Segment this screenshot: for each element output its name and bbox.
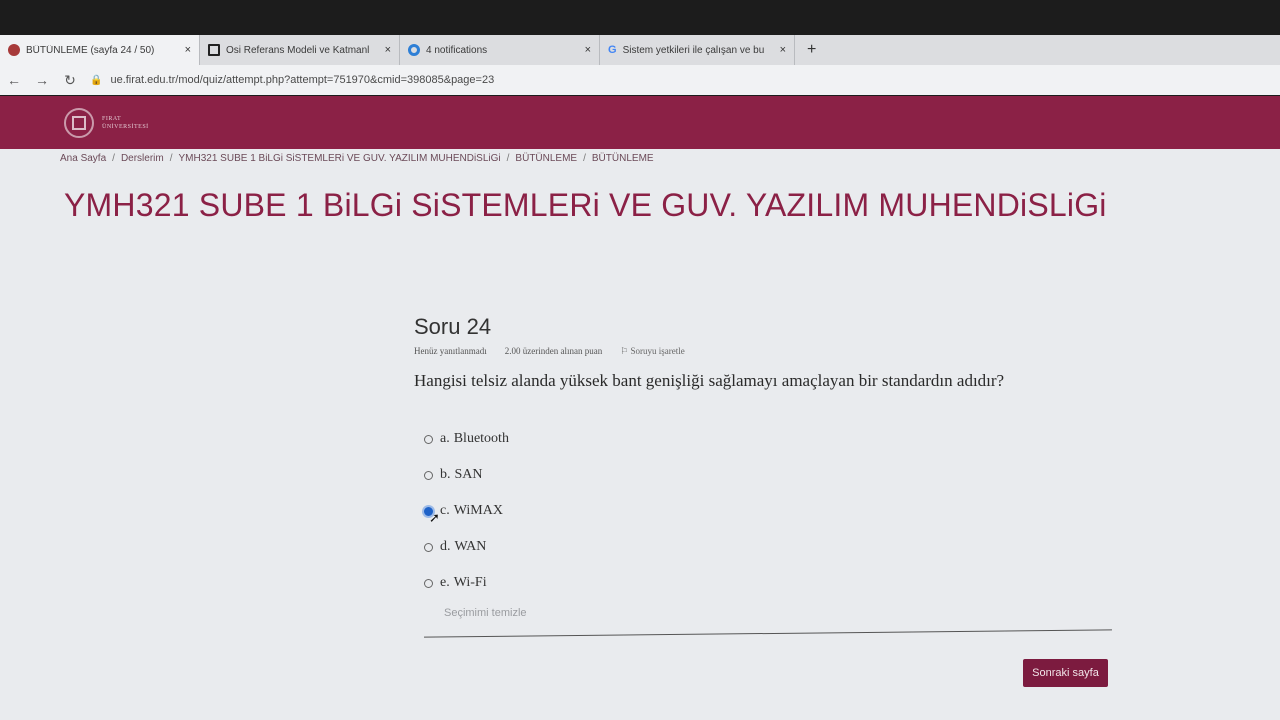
radio-button[interactable] xyxy=(424,434,433,444)
tab-title: 4 notifications xyxy=(426,44,488,56)
answer-option-c[interactable]: ➚ c. WiMAX xyxy=(424,493,1114,529)
divider xyxy=(424,629,1112,638)
square-favicon-icon xyxy=(208,44,220,56)
tab-title: BÜTÜNLEME (sayfa 24 / 50) xyxy=(26,44,155,56)
breadcrumb: Ana Sayfa / Derslerim / YMH321 SUBE 1 Bi… xyxy=(60,153,654,164)
logo-line1: FIRAT xyxy=(102,115,122,122)
answer-letter: b. xyxy=(440,467,451,482)
tab-title: Sistem yetkileri ile çalışan ve bu xyxy=(622,44,765,56)
breadcrumb-courses[interactable]: Derslerim xyxy=(121,153,164,164)
radio-button[interactable] xyxy=(424,578,433,588)
tab-google[interactable]: G Sistem yetkileri ile çalışan ve bu × xyxy=(600,35,795,65)
next-page-button[interactable]: Sonraki sayfa xyxy=(1023,659,1108,687)
new-tab-button[interactable]: + xyxy=(795,35,828,65)
breadcrumb-section[interactable]: BÜTÜNLEME xyxy=(515,153,577,164)
url-field[interactable]: ue.firat.edu.tr/mod/quiz/attempt.php?att… xyxy=(110,74,494,86)
answer-text: WAN xyxy=(454,539,487,554)
tab-osi[interactable]: Osi Referans Modeli ve Katmanl × xyxy=(200,35,400,65)
page-content: Ana Sayfa / Derslerim / YMH321 SUBE 1 Bi… xyxy=(0,149,1280,720)
question-status: Henüz yanıtlanmadı xyxy=(414,346,487,356)
question-info: Henüz yanıtlanmadı 2.00 üzerinden alınan… xyxy=(414,346,1114,357)
answer-option-e[interactable]: e. Wi-Fi xyxy=(424,565,1114,601)
address-bar: ← → ↻ 🔒 ue.firat.edu.tr/mod/quiz/attempt… xyxy=(0,65,1280,95)
answer-text: Wi-Fi xyxy=(453,575,487,590)
answer-option-b[interactable]: b. SAN xyxy=(424,457,1114,493)
answer-list: a. Bluetooth b. SAN ➚ c. WiMAX d. WAN e.… xyxy=(424,421,1114,601)
answer-letter: d. xyxy=(440,539,451,554)
back-arrow-icon[interactable]: ← xyxy=(0,72,28,88)
radio-button-selected[interactable]: ➚ xyxy=(424,506,440,525)
mouse-cursor-icon: ➚ xyxy=(429,509,440,525)
flag-question-link[interactable]: ⚐ Soruyu işaretle xyxy=(620,346,685,357)
flag-label: Soruyu işaretle xyxy=(630,346,685,356)
reload-icon[interactable]: ↻ xyxy=(56,72,84,89)
browser-tab-bar: BÜTÜNLEME (sayfa 24 / 50) × Osi Referans… xyxy=(0,35,1280,65)
tab-title: Osi Referans Modeli ve Katmanl xyxy=(226,44,370,56)
breadcrumb-quiz[interactable]: BÜTÜNLEME xyxy=(592,153,654,164)
logo-line2: ÜNİVERSİTESİ xyxy=(102,123,149,130)
question-number: Soru 24 xyxy=(414,314,492,339)
close-icon[interactable]: × xyxy=(780,44,786,56)
question-points: 2.00 üzerinden alınan puan xyxy=(504,346,603,356)
radio-button[interactable] xyxy=(424,542,433,552)
moodle-favicon-icon xyxy=(8,44,20,56)
lock-icon[interactable]: 🔒 xyxy=(90,75,102,86)
answer-letter: a. xyxy=(440,431,450,446)
page-title: YMH321 SUBE 1 BiLGi SiSTEMLERi VE GUV. Y… xyxy=(64,187,1107,223)
close-icon[interactable]: × xyxy=(185,44,191,56)
forward-arrow-icon[interactable]: → xyxy=(28,72,56,88)
site-header: FIRAT ÜNİVERSİTESİ xyxy=(0,96,1280,149)
breadcrumb-course[interactable]: YMH321 SUBE 1 BiLGi SiSTEMLERi VE GUV. Y… xyxy=(179,153,501,164)
bell-favicon-icon xyxy=(408,44,420,56)
clear-choice-link[interactable]: Seçimimi temizle xyxy=(444,607,1114,619)
answer-text: WiMAX xyxy=(453,503,503,518)
seal-icon xyxy=(64,107,94,138)
tab-butunleme[interactable]: BÜTÜNLEME (sayfa 24 / 50) × xyxy=(0,35,200,65)
university-logo[interactable]: FIRAT ÜNİVERSİTESİ xyxy=(64,107,149,138)
question-text: Hangisi telsiz alanda yüksek bant genişl… xyxy=(414,371,1005,390)
question-block: Soru 24 Henüz yanıtlanmadı 2.00 üzerinde… xyxy=(414,314,1114,619)
answer-option-a[interactable]: a. Bluetooth xyxy=(424,421,1114,457)
google-favicon-icon: G xyxy=(608,44,617,56)
answer-letter: e. xyxy=(440,575,450,590)
close-icon[interactable]: × xyxy=(585,44,591,56)
flag-icon: ⚐ xyxy=(620,346,631,356)
answer-letter: c. xyxy=(440,503,450,518)
breadcrumb-home[interactable]: Ana Sayfa xyxy=(60,153,106,164)
answer-option-d[interactable]: d. WAN xyxy=(424,529,1114,565)
answer-text: SAN xyxy=(454,467,483,482)
radio-button[interactable] xyxy=(424,470,433,480)
tab-notifications[interactable]: 4 notifications × xyxy=(400,35,600,65)
answer-text: Bluetooth xyxy=(453,431,509,446)
close-icon[interactable]: × xyxy=(385,44,391,56)
